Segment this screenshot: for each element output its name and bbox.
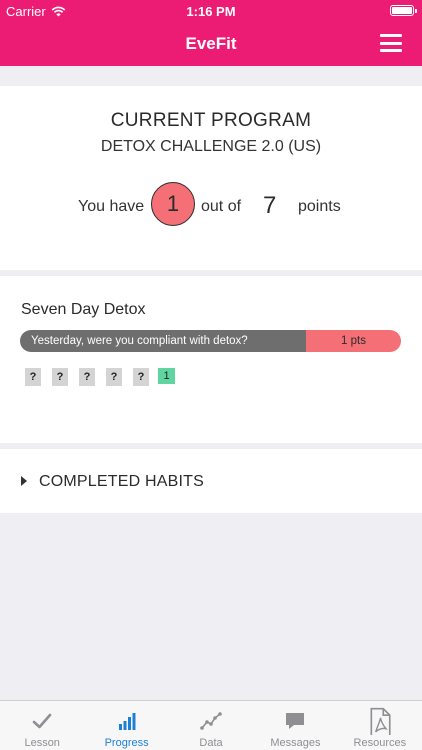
points-suffix: points [298, 198, 341, 215]
day-box[interactable]: ? [133, 368, 149, 386]
points-middle: out of [201, 198, 242, 215]
status-bar: Carrier 1:16 PM [0, 0, 422, 22]
tab-resources[interactable]: Resources [338, 701, 422, 750]
total-points: 7 [263, 192, 277, 219]
chat-bubble-icon [286, 713, 305, 729]
question-points: 1 pts [306, 330, 401, 352]
tab-label: Data [199, 737, 223, 749]
compliance-question-bar[interactable]: Yesterday, were you compliant with detox… [20, 330, 401, 352]
battery-icon [390, 5, 417, 16]
current-program-card: CURRENT PROGRAM DETOX CHALLENGE 2.0 (US)… [0, 86, 422, 270]
app-title: EveFit [185, 34, 237, 53]
detox-title: Seven Day Detox [21, 301, 146, 318]
line-chart-icon [200, 712, 222, 730]
day-box[interactable]: ? [106, 368, 122, 386]
tab-bar: Lesson Progress Data Messages Resources [0, 700, 422, 750]
tab-label: Lesson [24, 737, 60, 749]
day-box[interactable]: ? [79, 368, 95, 386]
completed-habits-toggle[interactable]: COMPLETED HABITS [0, 449, 422, 513]
tab-data[interactable]: Data [169, 701, 253, 750]
tab-messages[interactable]: Messages [253, 701, 337, 750]
tab-label: Messages [270, 737, 321, 749]
bar-chart-icon [118, 713, 136, 730]
tab-label: Progress [104, 737, 149, 749]
compliance-question: Yesterday, were you compliant with detox… [20, 330, 306, 352]
detox-card: Seven Day Detox Yesterday, were you comp… [0, 276, 422, 443]
tab-progress[interactable]: Progress [84, 701, 168, 750]
disclosure-triangle-icon [21, 476, 27, 486]
tab-label: Resources [353, 737, 407, 749]
day-box[interactable]: ? [25, 368, 41, 386]
day-box[interactable]: ? [52, 368, 68, 386]
earned-points-badge: 1 [151, 182, 195, 226]
nav-bar: EveFit [0, 22, 422, 66]
program-heading: CURRENT PROGRAM [110, 110, 312, 131]
check-icon [32, 713, 52, 729]
points-summary: You have 1 out of 7 points [0, 182, 422, 228]
tab-lesson[interactable]: Lesson [0, 701, 84, 750]
hamburger-menu-icon[interactable] [380, 34, 402, 52]
completed-habits-label: COMPLETED HABITS [39, 473, 205, 490]
program-name: DETOX CHALLENGE 2.0 (US) [100, 138, 322, 155]
status-time: 1:16 PM [186, 4, 236, 19]
points-prefix: You have [78, 198, 145, 215]
day-box-completed[interactable]: 1 [158, 368, 175, 384]
pdf-document-icon [370, 707, 391, 735]
